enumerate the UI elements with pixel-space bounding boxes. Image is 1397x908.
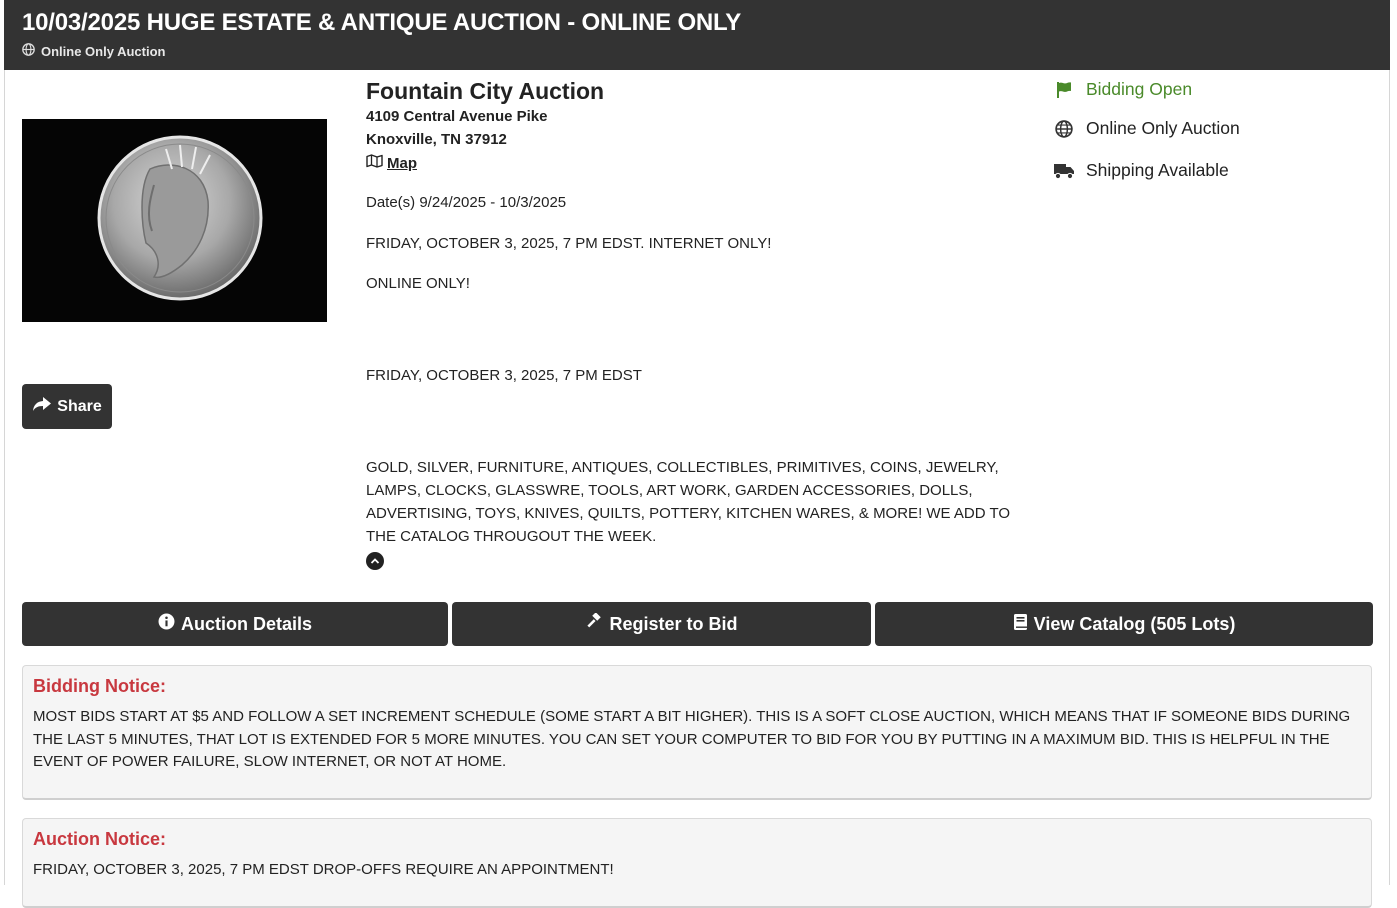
- globe-icon: [1052, 119, 1076, 138]
- bidding-status-label: Bidding Open: [1086, 79, 1193, 99]
- register-to-bid-button[interactable]: Register to Bid: [452, 602, 871, 646]
- shipping-status-label: Shipping Available: [1086, 160, 1229, 180]
- chevron-up-icon: [370, 552, 380, 570]
- auction-title: 10/03/2025 HUGE ESTATE & ANTIQUE AUCTION…: [22, 9, 742, 36]
- auction-type-status-label: Online Only Auction: [1086, 118, 1240, 138]
- view-catalog-button[interactable]: View Catalog (505 Lots): [875, 602, 1373, 646]
- share-button[interactable]: Share: [22, 384, 112, 429]
- auction-header: 10/03/2025 HUGE ESTATE & ANTIQUE AUCTION…: [4, 0, 1390, 70]
- share-icon: [32, 396, 52, 417]
- register-to-bid-label: Register to Bid: [609, 613, 738, 634]
- description-line-3: FRIDAY, OCTOBER 3, 2025, 7 PM EDST: [366, 367, 642, 384]
- map-link[interactable]: Map: [366, 154, 417, 172]
- map-icon: [366, 154, 383, 172]
- auction-type-subtitle: Online Only Auction: [22, 43, 165, 59]
- auction-type-label: Online Only Auction: [41, 43, 166, 59]
- auction-details-button[interactable]: Auction Details: [22, 602, 448, 646]
- flag-icon: [1052, 81, 1076, 99]
- auction-photo[interactable]: [22, 119, 327, 322]
- map-link-label: Map: [387, 154, 417, 172]
- auction-notice-body: FRIDAY, OCTOBER 3, 2025, 7 PM EDST DROP-…: [33, 861, 614, 878]
- description-items: GOLD, SILVER, FURNITURE, ANTIQUES, COLLE…: [366, 459, 1011, 545]
- gavel-icon: [585, 611, 603, 636]
- collapse-description-button[interactable]: [366, 552, 384, 570]
- auction-company-name: Fountain City Auction: [366, 78, 605, 104]
- globe-icon: [22, 43, 35, 59]
- bidding-notice-title: Bidding Notice:: [33, 676, 166, 696]
- status-bidding-open: Bidding Open: [1052, 79, 1192, 100]
- bidding-notice-body: MOST BIDS START AT $5 AND FOLLOW A SET I…: [33, 708, 1351, 770]
- description-line-2: ONLINE ONLY!: [366, 275, 470, 292]
- view-catalog-label: View Catalog (505 Lots): [1033, 613, 1236, 634]
- info-icon: [158, 613, 175, 635]
- address-line-1: 4109 Central Avenue Pike: [366, 108, 548, 125]
- address-line-2: Knoxville, TN 37912: [366, 131, 507, 148]
- bidding-notice-panel: Bidding Notice: MOST BIDS START AT $5 AN…: [22, 665, 1372, 800]
- book-icon: [1013, 613, 1028, 636]
- status-online-only: Online Only Auction: [1052, 118, 1240, 139]
- auction-details-label: Auction Details: [180, 613, 313, 634]
- auction-dates: Date(s) 9/24/2025 - 10/3/2025: [366, 194, 567, 211]
- auction-notice-panel: Auction Notice: FRIDAY, OCTOBER 3, 2025,…: [22, 818, 1372, 908]
- description-line-1: FRIDAY, OCTOBER 3, 2025, 7 PM EDST. INTE…: [366, 235, 772, 252]
- status-shipping: Shipping Available: [1052, 160, 1229, 181]
- auction-notice-title: Auction Notice:: [33, 829, 166, 849]
- share-label: Share: [57, 397, 102, 415]
- truck-icon: [1052, 162, 1076, 180]
